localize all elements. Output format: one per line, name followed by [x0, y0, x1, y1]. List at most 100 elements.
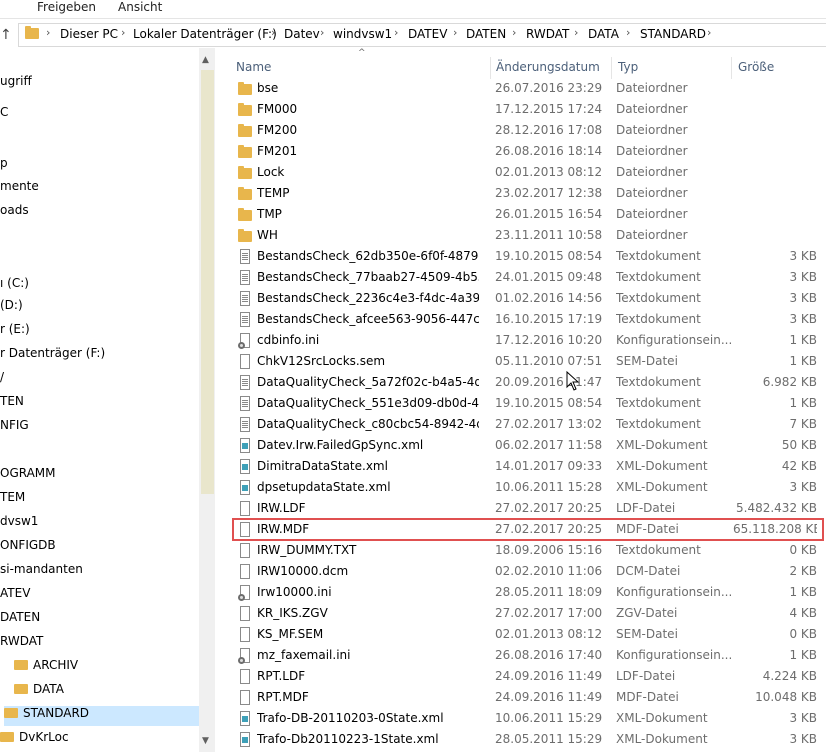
file-row[interactable]: KS_MF.SEM 02.01.2013 08:12 SEM-Datei 0 KB	[233, 624, 823, 645]
scroll-up-icon[interactable]: ▲	[202, 55, 209, 65]
nav-item[interactable]: TEN	[0, 394, 24, 408]
nav-item[interactable]: (D:)	[0, 298, 23, 312]
file-name: dpsetupdataState.xml	[257, 480, 391, 494]
file-date: 20.09.2016 11:47	[495, 375, 603, 389]
file-name: IRW.MDF	[257, 522, 310, 536]
chevron-right-icon[interactable]: ›	[453, 26, 457, 39]
nav-item[interactable]: dvsw1	[0, 514, 38, 528]
up-arrow-icon[interactable]: ↑	[0, 27, 12, 43]
nav-item[interactable]: r (E:)	[0, 322, 30, 336]
chevron-right-icon[interactable]: ›	[574, 26, 578, 39]
file-row[interactable]: BestandsCheck_2236c4e3-f4dc-4a39-b11... 0…	[233, 288, 823, 309]
nav-item[interactable]: ARCHIV	[14, 658, 78, 672]
file-row[interactable]: dpsetupdataState.xml 10.06.2011 15:28 XML-…	[233, 477, 823, 498]
address-box[interactable]: › Dieser PC › Lokaler Datenträger (F:) ›…	[18, 23, 826, 47]
breadcrumb-datev-upper[interactable]: DATEV	[408, 27, 447, 41]
file-row[interactable]: BestandsCheck_afcee563-9056-447c-b6a... 1…	[233, 309, 823, 330]
breadcrumb-windvsw1[interactable]: windvsw1	[333, 27, 392, 41]
column-divider[interactable]	[490, 57, 491, 79]
file-row[interactable]: TEMP 23.02.2017 12:38 Dateiordner	[233, 183, 823, 204]
file-row[interactable]: WH 23.11.2011 10:58 Dateiordner	[233, 225, 823, 246]
file-name: BestandsCheck_2236c4e3-f4dc-4a39-b11...	[257, 291, 479, 305]
nav-item-label: p	[0, 156, 8, 170]
file-row[interactable]: DimitraDataState.xml 14.01.2017 09:33 XML-…	[233, 456, 823, 477]
nav-item[interactable]: r Datenträger (F:)	[0, 346, 105, 360]
file-row[interactable]: Datev.Irw.FailedGpSync.xml 06.02.2017 11:…	[233, 435, 823, 456]
chevron-right-icon[interactable]: ›	[512, 26, 516, 39]
nav-item[interactable]: ONFIGDB	[0, 538, 56, 552]
file-row[interactable]: BestandsCheck_77baab27-4509-4b55-911... 2…	[233, 267, 823, 288]
breadcrumb-rwdat[interactable]: RWDAT	[526, 27, 569, 41]
nav-item[interactable]: RWDAT	[0, 634, 43, 648]
file-name: BestandsCheck_afcee563-9056-447c-b6a...	[257, 312, 479, 326]
file-row[interactable]: Trafo-Db20110223-1State.xml 28.05.2011 15…	[233, 729, 823, 750]
file-row[interactable]: TMP 26.01.2015 16:54 Dateiordner	[233, 204, 823, 225]
file-row[interactable]: Irw10000.ini 28.05.2011 18:09 Konfiguratio…	[233, 582, 823, 603]
scroll-thumb[interactable]	[201, 70, 214, 494]
file-row[interactable]: ChkV12SrcLocks.sem 05.11.2010 07:51 SEM-Da…	[233, 351, 823, 372]
file-row[interactable]: bse 26.07.2016 23:29 Dateiordner	[233, 78, 823, 99]
breadcrumb-daten[interactable]: DATEN	[466, 27, 506, 41]
chevron-right-icon[interactable]: ›	[707, 26, 711, 39]
file-row[interactable]: Trafo-DB-20110203-0State.xml 10.06.2011 1…	[233, 708, 823, 729]
file-type: Textdokument	[616, 270, 701, 284]
ribbon-tab-share[interactable]: Freigeben	[37, 0, 96, 14]
column-divider[interactable]	[611, 57, 612, 79]
chevron-right-icon[interactable]: ›	[320, 26, 324, 39]
file-row[interactable]: IRW.LDF 27.02.2017 20:25 LDF-Datei 5.482.43…	[233, 498, 823, 519]
file-row[interactable]: DataQualityCheck_5a72f02c-b4a5-4d61-... 2…	[233, 372, 823, 393]
file-row[interactable]: FM201 26.08.2016 18:14 Dateiordner	[233, 141, 823, 162]
chevron-right-icon[interactable]: ›	[626, 26, 630, 39]
breadcrumb-standard[interactable]: STANDARD	[640, 27, 706, 41]
chevron-right-icon[interactable]: ›	[46, 26, 50, 39]
nav-item[interactable]: C	[0, 105, 8, 119]
file-row[interactable]: mz_faxemail.ini 26.08.2016 17:40 Konfigura…	[233, 645, 823, 666]
nav-item[interactable]: ugriff	[0, 74, 32, 88]
file-icon	[240, 564, 250, 579]
breadcrumb-data[interactable]: DATA	[588, 27, 619, 41]
nav-item[interactable]: TEM	[0, 490, 25, 504]
file-type: Konfigurationsein...	[616, 648, 731, 662]
nav-scrollbar[interactable]: ▲ ▼	[199, 48, 215, 752]
file-row[interactable]: FM000 17.12.2015 17:24 Dateiordner	[233, 99, 823, 120]
folder-icon	[238, 124, 252, 137]
breadcrumb-dieser-pc[interactable]: Dieser PC	[60, 27, 118, 41]
breadcrumb-datev[interactable]: Datev	[284, 27, 320, 41]
nav-item[interactable]: NFIG	[0, 418, 29, 432]
chevron-right-icon[interactable]: ›	[121, 26, 125, 39]
chevron-right-icon[interactable]: ›	[394, 26, 398, 39]
file-type: Dateiordner	[616, 165, 688, 179]
nav-item[interactable]: ATEV	[0, 586, 30, 600]
nav-item[interactable]: DATEN	[0, 610, 40, 624]
nav-item[interactable]: si-mandanten	[0, 562, 83, 576]
file-row[interactable]: KR_IKS.ZGV 27.02.2017 17:00 ZGV-Datei 4 KB	[233, 603, 823, 624]
nav-item-label: /	[0, 370, 5, 384]
chevron-right-icon[interactable]: ›	[271, 26, 275, 39]
file-row[interactable]: Lock 02.01.2013 08:12 Dateiordner	[233, 162, 823, 183]
nav-item[interactable]: STANDARD	[4, 706, 199, 726]
file-row[interactable]: IRW_DUMMY.TXT 18.09.2006 15:16 Textdokumen…	[233, 540, 823, 561]
nav-item[interactable]: DvKrLoc	[0, 730, 69, 744]
file-row[interactable]: DataQualityCheck_c80cbc54-8942-4d08-... 2…	[233, 414, 823, 435]
ribbon-tab-view[interactable]: Ansicht	[118, 0, 162, 14]
file-row[interactable]: RPT.MDF 24.09.2016 11:49 MDF-Datei 10.048 K…	[233, 687, 823, 708]
file-row[interactable]: DataQualityCheck_551e3d09-db0d-4584-... 1…	[233, 393, 823, 414]
nav-item[interactable]: DATA	[14, 682, 64, 696]
breadcrumb-drive-f[interactable]: Lokaler Datenträger (F:)	[133, 27, 277, 41]
file-row[interactable]: IRW10000.dcm 02.02.2010 11:06 DCM-Datei 2 K…	[233, 561, 823, 582]
nav-item[interactable]: ı (C:)	[0, 276, 29, 290]
file-row[interactable]: FM200 28.12.2016 17:08 Dateiordner	[233, 120, 823, 141]
nav-item[interactable]: /	[0, 370, 4, 384]
file-row[interactable]: RPT.LDF 24.09.2016 11:49 LDF-Datei 4.224 KB	[233, 666, 823, 687]
file-name: DataQualityCheck_c80cbc54-8942-4d08-...	[257, 417, 479, 431]
nav-item[interactable]: mente	[0, 179, 39, 193]
file-type: Konfigurationsein...	[616, 585, 731, 599]
file-row[interactable]: BestandsCheck_62db350e-6f0f-4879-90fb...…	[233, 246, 823, 267]
file-row[interactable]: IRW.MDF 27.02.2017 20:25 MDF-Datei 65.118.2…	[232, 518, 824, 541]
file-row[interactable]: cdbinfo.ini 17.12.2016 10:20 Konfiguration…	[233, 330, 823, 351]
scroll-down-icon[interactable]: ▼	[202, 736, 209, 746]
nav-item[interactable]: oads	[0, 203, 29, 217]
nav-item[interactable]: OGRAMM	[0, 466, 56, 480]
column-divider[interactable]	[731, 57, 732, 79]
nav-item[interactable]: p	[0, 156, 8, 170]
